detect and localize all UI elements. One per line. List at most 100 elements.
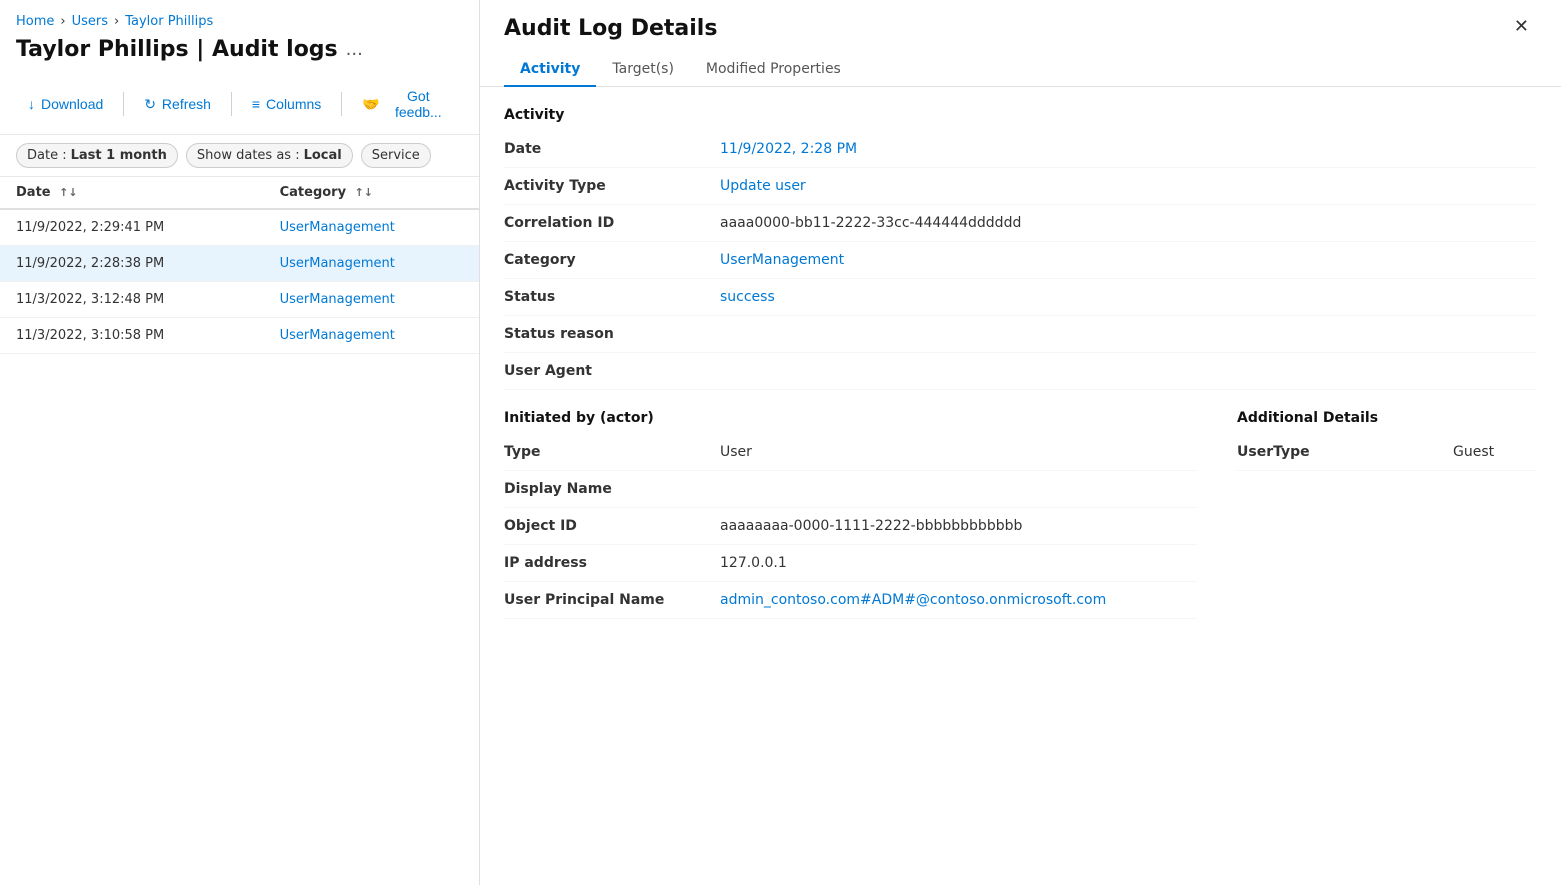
panel-header-left: Audit Log Details ActivityTarget(s)Modif… — [504, 16, 857, 86]
detail-row: User Agent — [504, 353, 1537, 390]
initiated-value[interactable]: admin_contoso.com#ADM#@contoso.onmicroso… — [720, 592, 1197, 608]
date-filter-chip[interactable]: Date : Last 1 month — [16, 143, 178, 168]
page-title-container: Taylor Phillips | Audit logs ... — [0, 33, 479, 74]
download-icon: ↓ — [28, 96, 35, 112]
initiated-by-col: Initiated by (actor) Type User Display N… — [504, 390, 1197, 619]
toolbar-divider1 — [123, 92, 124, 116]
initiated-row: User Principal Name admin_contoso.com#AD… — [504, 582, 1197, 619]
breadcrumb-sep1: › — [60, 14, 65, 29]
category-sort-icon: ↑↓ — [355, 186, 373, 199]
filters-bar: Date : Last 1 month Show dates as : Loca… — [0, 135, 479, 177]
show-dates-label: Show dates as : — [197, 148, 300, 163]
initiated-value: 127.0.0.1 — [720, 555, 1197, 571]
initiated-value: User — [720, 444, 1197, 460]
two-col-section: Initiated by (actor) Type User Display N… — [504, 390, 1537, 619]
detail-value: aaaa0000-bb11-2222-33cc-444444dddddd — [720, 215, 1537, 231]
row-date: 11/9/2022, 2:28:38 PM — [0, 246, 264, 282]
additional-value: Guest — [1453, 444, 1537, 460]
initiated-row: Object ID aaaaaaaa-0000-1111-2222-bbbbbb… — [504, 508, 1197, 545]
left-panel: Home › Users › Taylor Phillips Taylor Ph… — [0, 0, 480, 885]
initiated-row: Type User — [504, 434, 1197, 471]
additional-row: UserType Guest — [1237, 434, 1537, 471]
right-panel: Audit Log Details ActivityTarget(s)Modif… — [480, 0, 1561, 885]
initiated-key: IP address — [504, 555, 704, 571]
detail-row: Status success — [504, 279, 1537, 316]
breadcrumb-sep2: › — [114, 14, 119, 29]
detail-key: Status — [504, 289, 704, 305]
additional-details-col: Additional Details UserType Guest — [1237, 390, 1537, 619]
detail-key: Status reason — [504, 326, 704, 342]
tab-modified-properties[interactable]: Modified Properties — [690, 53, 857, 87]
row-category: UserManagement — [264, 318, 479, 354]
detail-key: User Agent — [504, 363, 704, 379]
refresh-button[interactable]: ↻ Refresh — [132, 90, 223, 119]
initiated-key: User Principal Name — [504, 592, 704, 608]
tab-activity[interactable]: Activity — [504, 53, 596, 87]
date-filter-label: Date : — [27, 148, 67, 163]
additional-details-label: Additional Details — [1237, 390, 1537, 434]
date-sort-icon: ↑↓ — [59, 186, 77, 199]
toolbar: ↓ Download ↻ Refresh ≡ Columns 🤝 Got fee… — [0, 74, 479, 135]
initiated-by-label: Initiated by (actor) — [504, 390, 1197, 434]
row-date: 11/9/2022, 2:29:41 PM — [0, 209, 264, 246]
detail-value[interactable]: success — [720, 289, 1537, 305]
show-dates-value: Local — [304, 148, 342, 163]
initiated-key: Display Name — [504, 481, 704, 497]
row-category: UserManagement — [264, 246, 479, 282]
service-filter-label: Service — [372, 148, 420, 163]
breadcrumb: Home › Users › Taylor Phillips — [0, 0, 479, 33]
audit-table: Date ↑↓ Category ↑↓ 11/9/2022, 2:29:41 P… — [0, 177, 479, 354]
panel-content: Activity Date 11/9/2022, 2:28 PM Activit… — [480, 87, 1561, 885]
initiated-key: Object ID — [504, 518, 704, 534]
download-button[interactable]: ↓ Download — [16, 90, 115, 118]
detail-row: Status reason — [504, 316, 1537, 353]
close-button[interactable]: ✕ — [1506, 12, 1537, 41]
detail-value[interactable]: 11/9/2022, 2:28 PM — [720, 141, 1537, 157]
service-filter-chip[interactable]: Service — [361, 143, 431, 168]
breadcrumb-user[interactable]: Taylor Phillips — [125, 14, 213, 29]
detail-row: Correlation ID aaaa0000-bb11-2222-33cc-4… — [504, 205, 1537, 242]
tab-target-s-[interactable]: Target(s) — [596, 53, 690, 87]
detail-key: Correlation ID — [504, 215, 704, 231]
initiated-key: Type — [504, 444, 704, 460]
table-row[interactable]: 11/9/2022, 2:28:38 PM UserManagement — [0, 246, 479, 282]
detail-value[interactable]: UserManagement — [720, 252, 1537, 268]
columns-button[interactable]: ≡ Columns — [240, 90, 333, 118]
tabs-container: ActivityTarget(s)Modified Properties — [504, 53, 857, 87]
refresh-icon: ↻ — [144, 96, 156, 113]
panel-title: Audit Log Details — [504, 16, 857, 41]
columns-icon: ≡ — [252, 96, 260, 112]
section-activity-label: Activity — [504, 87, 1537, 131]
detail-row: Date 11/9/2022, 2:28 PM — [504, 131, 1537, 168]
initiated-row: Display Name — [504, 471, 1197, 508]
detail-value[interactable]: Update user — [720, 178, 1537, 194]
detail-key: Date — [504, 141, 704, 157]
initiated-value: aaaaaaaa-0000-1111-2222-bbbbbbbbbbbb — [720, 518, 1197, 534]
page-title: Taylor Phillips | Audit logs — [16, 37, 338, 62]
additional-key: UserType — [1237, 444, 1437, 460]
detail-key: Activity Type — [504, 178, 704, 194]
show-dates-filter-chip[interactable]: Show dates as : Local — [186, 143, 353, 168]
audit-table-container: Date ↑↓ Category ↑↓ 11/9/2022, 2:29:41 P… — [0, 177, 479, 885]
table-row[interactable]: 11/3/2022, 3:10:58 PM UserManagement — [0, 318, 479, 354]
detail-row: Category UserManagement — [504, 242, 1537, 279]
detail-row: Activity Type Update user — [504, 168, 1537, 205]
ellipsis-menu[interactable]: ... — [346, 39, 363, 60]
date-filter-value: Last 1 month — [71, 148, 167, 163]
breadcrumb-users[interactable]: Users — [72, 14, 108, 29]
table-row[interactable]: 11/3/2022, 3:12:48 PM UserManagement — [0, 282, 479, 318]
row-date: 11/3/2022, 3:12:48 PM — [0, 282, 264, 318]
panel-header: Audit Log Details ActivityTarget(s)Modif… — [480, 0, 1561, 87]
row-date: 11/3/2022, 3:10:58 PM — [0, 318, 264, 354]
table-row[interactable]: 11/9/2022, 2:29:41 PM UserManagement — [0, 209, 479, 246]
feedback-button[interactable]: 🤝 Got feedb... — [350, 82, 463, 126]
initiated-row: IP address 127.0.0.1 — [504, 545, 1197, 582]
detail-key: Category — [504, 252, 704, 268]
col-date[interactable]: Date ↑↓ — [0, 177, 264, 209]
row-category: UserManagement — [264, 209, 479, 246]
toolbar-divider3 — [341, 92, 342, 116]
toolbar-divider2 — [231, 92, 232, 116]
breadcrumb-home[interactable]: Home — [16, 14, 54, 29]
col-category[interactable]: Category ↑↓ — [264, 177, 479, 209]
row-category: UserManagement — [264, 282, 479, 318]
